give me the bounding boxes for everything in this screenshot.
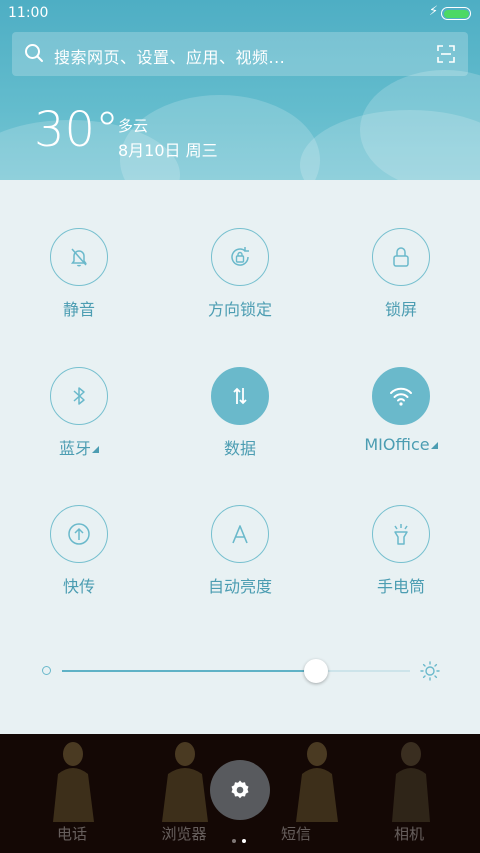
toggle-label: 蓝牙 (58, 439, 91, 458)
toggle-silent[interactable]: 静音 (19, 228, 139, 320)
statue-image (392, 742, 430, 822)
brightness-low-icon (42, 666, 51, 675)
toggle-label: 静音 (62, 300, 95, 319)
toggle-label: 快传 (62, 577, 95, 596)
data-arrows-icon (233, 387, 247, 405)
toggle-data[interactable]: 数据 (180, 367, 300, 459)
page-dot (232, 839, 236, 843)
toggle-label: 自动亮度 (207, 577, 272, 596)
brightness-high-icon (420, 661, 440, 681)
toggle-label: 手电筒 (376, 577, 425, 596)
brightness-fill (62, 670, 317, 672)
brightness-thumb[interactable] (304, 659, 329, 683)
menu-triangle-icon[interactable] (92, 446, 99, 453)
flashlight-icon (394, 524, 408, 545)
dock-app-label[interactable]: 短信 (256, 823, 336, 844)
quick-settings-panel: 静音 方向锁定 锁屏 蓝牙 数据 MIOffice 快传 自动亮度 手电筒 (0, 180, 480, 734)
toggle-circle[interactable] (211, 228, 269, 286)
page-indicator (232, 828, 252, 847)
scan-icon[interactable] (436, 44, 456, 64)
gear-icon (231, 780, 249, 799)
lock-icon (393, 247, 409, 267)
toggle-label: 锁屏 (384, 300, 417, 319)
page-dot-active (242, 839, 246, 843)
menu-triangle-icon[interactable] (430, 442, 438, 449)
search-placeholder: 搜索网页、设置、应用、视频... (54, 48, 286, 67)
auto-brightness-icon (232, 525, 248, 544)
toggle-lock-screen[interactable]: 锁屏 (341, 228, 461, 320)
toggle-circle[interactable] (50, 367, 108, 425)
toggle-rotation-lock[interactable]: 方向锁定 (180, 228, 300, 320)
bluetooth-icon (73, 387, 85, 405)
toggle-wifi[interactable]: MIOffice (341, 367, 461, 454)
toggle-label: MIOffice (364, 435, 430, 454)
bell-off-icon (71, 248, 87, 267)
rotation-lock-icon (231, 247, 249, 266)
toggle-circle[interactable] (372, 505, 430, 563)
search-bar[interactable]: 搜索网页、设置、应用、视频... (12, 32, 468, 76)
toggle-label: 方向锁定 (207, 300, 272, 319)
dock-app-label[interactable]: 浏览器 (144, 823, 224, 844)
wifi-icon (390, 387, 412, 406)
weather-condition: 多云 (118, 117, 149, 135)
dock-app-label[interactable]: 电话 (32, 823, 112, 844)
toggle-bluetooth[interactable]: 蓝牙 (19, 367, 139, 459)
toggle-label-row: 蓝牙 (19, 435, 139, 459)
date-label: 8月10日 周三 (118, 141, 218, 160)
quick-transfer-icon (68, 523, 90, 545)
toggle-circle[interactable] (211, 505, 269, 563)
toggle-auto-brightness[interactable]: 自动亮度 (180, 505, 300, 597)
home-dock: 电话 浏览器 短信 相机 (0, 734, 480, 853)
temperature: 30° (34, 102, 120, 158)
toggle-circle[interactable] (372, 228, 430, 286)
toggle-circle[interactable] (50, 228, 108, 286)
statue-image (296, 742, 338, 822)
brightness-slider[interactable] (62, 659, 410, 683)
toggle-flashlight[interactable]: 手电筒 (341, 505, 461, 597)
statue-image (162, 742, 208, 822)
clock: 11:00 (8, 5, 49, 21)
dock-app-label[interactable]: 相机 (369, 823, 449, 844)
notification-header: 11:00 ⚡ 搜索网页、设置、应用、视频... 30° 多云 8月10日 周三 (0, 0, 480, 180)
bolt-icon: ⚡ (429, 4, 439, 19)
toggle-label-row: MIOffice (341, 435, 461, 454)
toggle-circle[interactable] (372, 367, 430, 425)
toggle-label: 数据 (223, 439, 256, 458)
toggle-circle[interactable] (50, 505, 108, 563)
statue-image (53, 742, 94, 822)
battery-icon (441, 7, 471, 20)
toggle-circle[interactable] (211, 367, 269, 425)
search-icon (25, 44, 43, 62)
status-bar: 11:00 ⚡ (0, 0, 480, 28)
toggle-quick-transfer[interactable]: 快传 (19, 505, 139, 597)
settings-button[interactable] (210, 760, 270, 820)
